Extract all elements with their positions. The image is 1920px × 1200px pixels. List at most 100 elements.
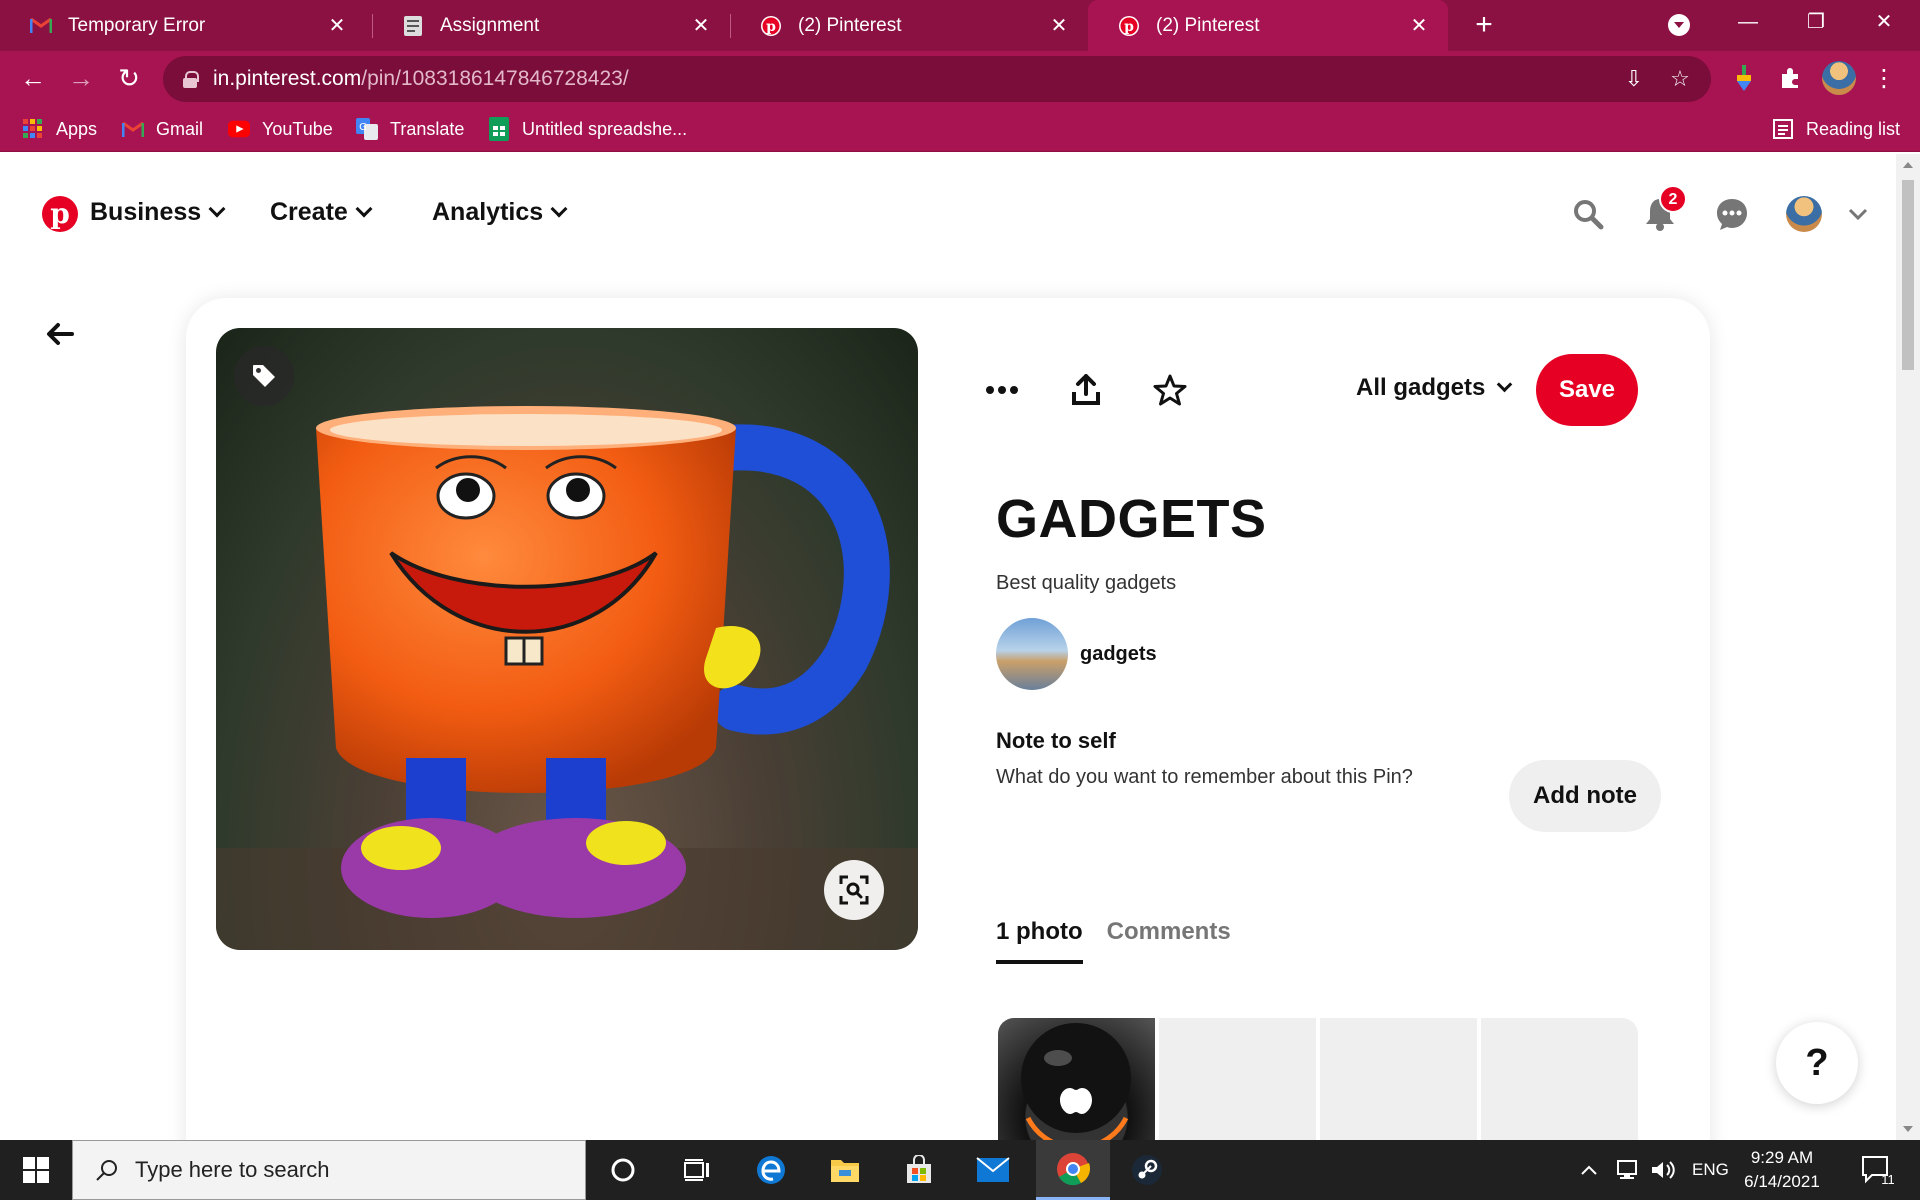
share-upload-icon[interactable] xyxy=(1060,364,1112,416)
back-icon[interactable]: ← xyxy=(14,59,52,97)
cortana-icon[interactable] xyxy=(586,1140,660,1200)
file-explorer-icon[interactable] xyxy=(808,1140,882,1200)
sheets-icon xyxy=(488,117,510,141)
board-selector[interactable]: All gadgets xyxy=(1356,374,1513,402)
photo-thumbnail-placeholder xyxy=(1320,1018,1477,1140)
search-icon[interactable] xyxy=(1568,194,1608,234)
create-menu[interactable]: Create xyxy=(270,198,373,227)
steam-icon[interactable] xyxy=(1110,1140,1184,1200)
taskbar-search-placeholder: Type here to search xyxy=(135,1157,330,1182)
close-icon[interactable]: ✕ xyxy=(326,13,348,38)
show-hidden-icons[interactable] xyxy=(1580,1140,1598,1200)
visual-search-icon[interactable] xyxy=(824,860,884,920)
chrome-icon[interactable] xyxy=(1036,1140,1110,1200)
mail-icon[interactable] xyxy=(956,1140,1030,1200)
profile-avatar[interactable] xyxy=(1822,61,1856,95)
tab-title: (2) Pinterest xyxy=(798,14,902,36)
windows-start-icon[interactable] xyxy=(0,1140,72,1200)
photo-thumbnail[interactable] xyxy=(998,1018,1155,1140)
creator-profile[interactable]: gadgets xyxy=(996,618,1157,690)
business-label: Business xyxy=(90,198,202,226)
bookmark-gmail[interactable]: Gmail xyxy=(122,106,203,152)
reading-list-label: Reading list xyxy=(1806,118,1901,139)
doc-icon xyxy=(402,15,424,37)
extension-icon[interactable] xyxy=(1728,62,1760,94)
pin-description: Best quality gadgets xyxy=(996,572,1177,594)
bookmark-apps[interactable]: Apps xyxy=(22,106,97,152)
account-chevron-icon[interactable] xyxy=(1838,194,1878,234)
browser-tab-strip: Temporary Error ✕ Assignment ✕ p (2) Pin… xyxy=(0,0,1920,51)
browser-tab[interactable]: Temporary Error ✕ xyxy=(0,0,366,51)
pin-image[interactable] xyxy=(216,328,918,950)
new-tab-button[interactable]: + xyxy=(1466,8,1502,44)
bookmark-youtube[interactable]: YouTube xyxy=(228,106,333,152)
add-note-button[interactable]: Add note xyxy=(1509,760,1661,832)
save-button[interactable]: Save xyxy=(1536,354,1638,426)
svg-text:p: p xyxy=(1124,19,1134,35)
install-icon[interactable]: ⇩ xyxy=(1621,66,1647,92)
youtube-icon xyxy=(228,118,250,140)
close-icon[interactable]: ✕ xyxy=(1048,13,1070,38)
clock-time: 9:29 AM xyxy=(1750,1148,1814,1167)
more-options-icon[interactable] xyxy=(976,364,1028,416)
pinterest-header: p Business Create Analytics 2 xyxy=(0,154,1896,274)
puzzle-extensions-icon[interactable] xyxy=(1774,62,1806,94)
url-path: /pin/1083186147846728423/ xyxy=(361,67,629,90)
back-arrow-icon[interactable] xyxy=(42,316,78,352)
gmail-icon xyxy=(122,118,144,140)
microsoft-store-icon[interactable] xyxy=(882,1140,956,1200)
reload-icon[interactable]: ↻ xyxy=(110,59,148,97)
restore-icon[interactable]: ❐ xyxy=(1786,0,1846,44)
tab-photos[interactable]: 1 photo xyxy=(996,918,1083,964)
note-to-self-title: Note to self xyxy=(996,728,1116,753)
analytics-label: Analytics xyxy=(432,198,544,226)
close-icon[interactable]: ✕ xyxy=(690,13,712,38)
bookmark-label: Gmail xyxy=(156,118,204,139)
tab-search-icon[interactable] xyxy=(1668,14,1690,36)
scroll-up-arrow-icon[interactable] xyxy=(1903,162,1913,168)
scrollbar-thumb[interactable] xyxy=(1902,180,1914,370)
creator-avatar xyxy=(996,618,1068,690)
page-scrollbar[interactable] xyxy=(1896,154,1920,1140)
photo-thumbnails xyxy=(998,1018,1638,1140)
task-view-icon[interactable] xyxy=(660,1140,734,1200)
windows-taskbar: Type here to search ENG 9:29 AM 6/14/202… xyxy=(0,1140,1920,1200)
url-host: in.pinterest.com xyxy=(213,67,362,90)
bookmark-translate[interactable]: G Translate xyxy=(356,106,464,152)
user-avatar[interactable] xyxy=(1786,196,1822,232)
help-button[interactable]: ? xyxy=(1776,1022,1858,1104)
volume-icon[interactable] xyxy=(1650,1140,1676,1200)
bookmark-star-icon[interactable]: ☆ xyxy=(1667,66,1693,92)
lock-icon xyxy=(183,71,199,88)
browser-tab[interactable]: Assignment ✕ xyxy=(372,0,730,51)
system-clock[interactable]: 9:29 AM 6/14/2021 xyxy=(1722,1146,1842,1194)
pinterest-logo[interactable]: p xyxy=(42,196,78,232)
edge-browser-icon[interactable] xyxy=(734,1140,808,1200)
bookmark-spreadsheet[interactable]: Untitled spreadshe... xyxy=(488,106,687,152)
minimize-icon[interactable]: — xyxy=(1718,0,1778,44)
chevron-down-icon xyxy=(1497,376,1513,392)
tab-comments[interactable]: Comments xyxy=(1107,918,1231,964)
close-icon[interactable]: ✕ xyxy=(1408,13,1430,38)
pinterest-icon: p xyxy=(760,15,782,37)
notification-badge: 2 xyxy=(1659,185,1687,213)
tab-title: Temporary Error xyxy=(68,14,206,36)
product-tag-icon[interactable] xyxy=(234,346,294,406)
browser-tab[interactable]: p (2) Pinterest ✕ xyxy=(730,0,1088,51)
scroll-down-arrow-icon[interactable] xyxy=(1903,1126,1913,1132)
chrome-menu-icon[interactable]: ⋮ xyxy=(1868,62,1900,94)
reading-list-button[interactable]: Reading list xyxy=(1772,106,1900,152)
business-menu[interactable]: Business xyxy=(90,198,226,227)
forward-icon[interactable]: → xyxy=(62,59,100,97)
action-center-icon[interactable]: 11 xyxy=(1860,1140,1894,1200)
pin-tabs: 1 photo Comments xyxy=(996,918,1255,964)
browser-tab-active[interactable]: p (2) Pinterest ✕ xyxy=(1088,0,1448,51)
analytics-menu[interactable]: Analytics xyxy=(432,198,568,227)
messages-icon[interactable] xyxy=(1712,194,1752,234)
window-close-icon[interactable]: ✕ xyxy=(1854,0,1914,44)
star-favorite-icon[interactable] xyxy=(1144,364,1196,416)
tab-title: Assignment xyxy=(440,14,540,36)
address-bar[interactable]: in.pinterest.com/pin/1083186147846728423… xyxy=(163,56,1711,102)
network-icon[interactable] xyxy=(1614,1140,1640,1200)
taskbar-search-box[interactable]: Type here to search xyxy=(72,1140,586,1200)
